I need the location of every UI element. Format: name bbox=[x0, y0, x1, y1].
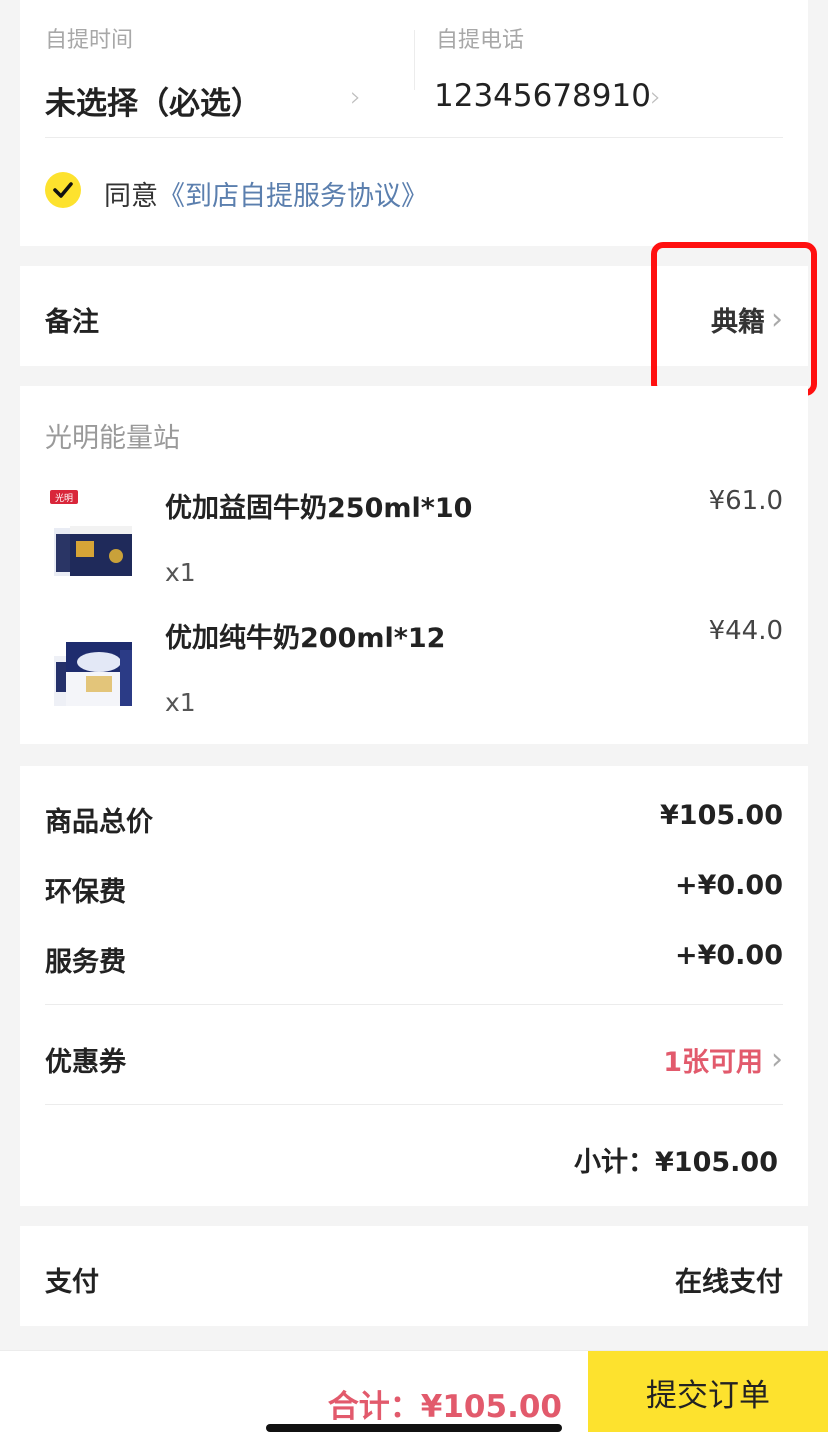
pickup-phone-value: 12345678910 bbox=[434, 78, 651, 114]
pickup-time-value: 未选择（必选） bbox=[45, 86, 262, 122]
pickup-card: 自提时间 未选择（必选） › 自提电话 12345678910 › 同意《到店自… bbox=[20, 0, 808, 246]
chevron-right-icon: › bbox=[650, 80, 662, 113]
agree-checkbox[interactable] bbox=[45, 172, 81, 208]
coupon-label: 优惠券 bbox=[45, 1047, 126, 1078]
product-image bbox=[54, 642, 132, 706]
price-summary-card: 商品总价 ¥105.00 环保费 +¥0.00 服务费 +¥0.00 优惠券 1… bbox=[20, 766, 808, 1206]
checkmark-icon bbox=[53, 182, 73, 198]
goods-total-label: 商品总价 bbox=[45, 807, 153, 838]
chevron-right-icon: › bbox=[350, 80, 362, 113]
payment-label: 支付 bbox=[45, 1267, 99, 1298]
coupon-available: 1张可用 bbox=[663, 1047, 763, 1078]
product-item[interactable]: 光明 优加益固牛奶250ml*10 ¥61.0 x1 bbox=[20, 486, 808, 606]
payment-row[interactable]: 支付 在线支付 bbox=[20, 1226, 808, 1326]
store-card: 光明能量站 光明 优加益固牛奶250ml*10 ¥61.0 x1 优加纯牛奶20… bbox=[20, 386, 808, 744]
highlight-annotation-box bbox=[651, 242, 817, 396]
service-fee-value: +¥0.00 bbox=[674, 940, 783, 971]
product-name: 优加益固牛奶250ml*10 bbox=[165, 493, 473, 524]
order-confirm-page: 自提时间 未选择（必选） › 自提电话 12345678910 › 同意《到店自… bbox=[0, 0, 828, 1432]
eco-fee-label: 环保费 bbox=[45, 877, 126, 908]
agree-text: 同意 bbox=[104, 181, 158, 212]
bottom-checkout-bar: 合计：¥105.00 提交订单 bbox=[0, 1350, 828, 1432]
product-quantity: x1 bbox=[165, 688, 196, 717]
goods-total-value: ¥105.00 bbox=[660, 800, 783, 831]
agree-statement: 同意《到店自提服务协议》 bbox=[104, 174, 428, 213]
payment-method: 在线支付 bbox=[675, 1267, 783, 1298]
coupon-value-group: 1张可用 › bbox=[663, 1040, 783, 1079]
chevron-right-icon: › bbox=[771, 1042, 783, 1077]
pickup-phone-label: 自提电话 bbox=[436, 28, 525, 53]
divider bbox=[45, 1004, 783, 1005]
coupon-row[interactable]: 优惠券 1张可用 › bbox=[20, 1006, 808, 1102]
brand-logo-text: 光明 bbox=[55, 492, 73, 504]
product-name: 优加纯牛奶200ml*12 bbox=[165, 623, 446, 654]
product-quantity: x1 bbox=[165, 558, 196, 587]
service-fee-label: 服务费 bbox=[45, 947, 126, 978]
pickup-time-selector[interactable]: 自提时间 未选择（必选） › bbox=[20, 0, 414, 130]
subtotal: 小计：¥105.00 bbox=[574, 1147, 778, 1178]
remark-label: 备注 bbox=[45, 307, 99, 338]
pickup-agreement-link[interactable]: 《到店自提服务协议》 bbox=[158, 181, 428, 212]
divider bbox=[45, 1104, 783, 1105]
product-price: ¥61.0 bbox=[708, 486, 783, 516]
product-image: 光明 bbox=[50, 490, 132, 576]
pickup-time-label: 自提时间 bbox=[45, 28, 134, 53]
product-item[interactable]: 优加纯牛奶200ml*12 ¥44.0 x1 bbox=[20, 616, 808, 736]
submit-order-button[interactable]: 提交订单 bbox=[588, 1351, 828, 1432]
pickup-phone-field[interactable]: 自提电话 12345678910 › bbox=[414, 0, 808, 130]
product-price: ¥44.0 bbox=[708, 616, 783, 646]
divider bbox=[45, 137, 783, 138]
store-name: 光明能量站 bbox=[45, 423, 180, 454]
eco-fee-value: +¥0.00 bbox=[674, 870, 783, 901]
order-total: 合计：¥105.00 bbox=[327, 1389, 562, 1425]
home-indicator bbox=[266, 1424, 562, 1432]
